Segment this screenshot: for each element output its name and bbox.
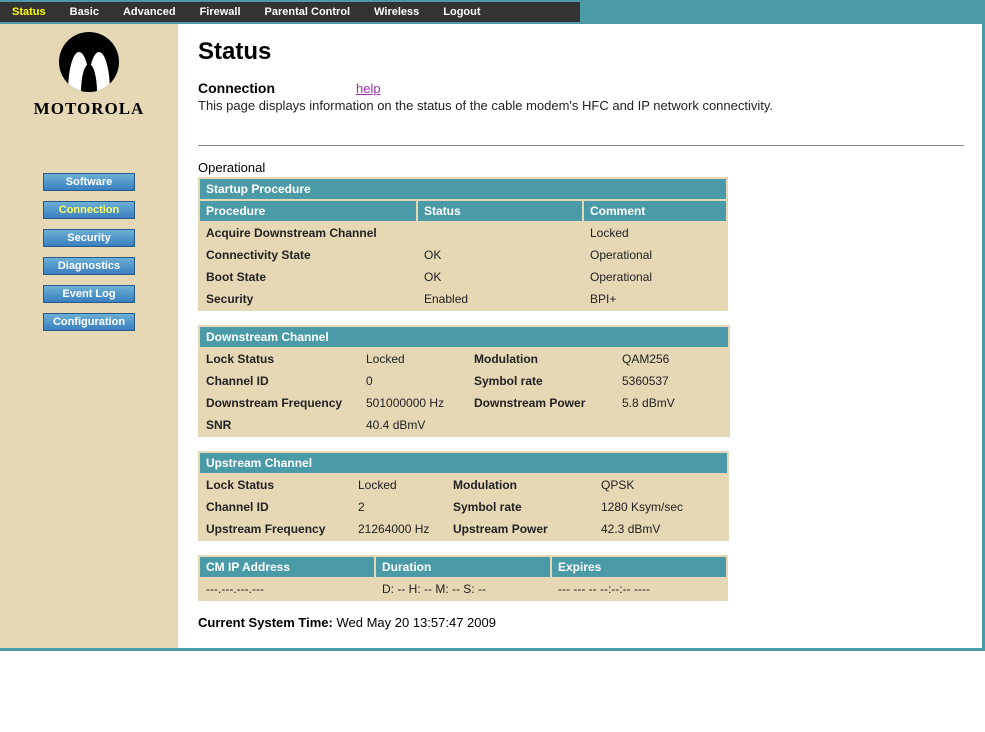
table-cell: QAM256 [616,349,728,369]
table-cell: Locked [584,223,726,243]
table-row: Boot StateOKOperational [200,267,726,287]
table-cell [468,415,614,435]
motorola-logo-icon [59,32,119,92]
table-row: Channel ID2Symbol rate1280 Ksym/sec [200,497,727,517]
table-cell: Downstream Frequency [200,393,358,413]
table-row: Acquire Downstream Channel Locked [200,223,726,243]
table-row: Downstream Frequency501000000 HzDownstre… [200,393,728,413]
table-cell: Modulation [468,349,614,369]
table-cell [418,223,582,243]
top-nav-advanced[interactable]: Advanced [111,4,188,20]
top-nav: StatusBasicAdvancedFirewallParental Cont… [0,2,580,22]
side-nav-configuration[interactable]: Configuration [43,313,135,331]
column-header: Comment [584,201,726,221]
help-link[interactable]: help [356,81,381,96]
table-row: Connectivity StateOKOperational [200,245,726,265]
page-title: Status [198,38,964,66]
table-cmip: CM IP AddressDurationExpires---.---.---.… [198,555,728,601]
content: Status Connection help This page display… [178,24,982,648]
table-startup: Startup ProcedureProcedureStatusCommentA… [198,177,728,311]
table-cell: 21264000 Hz [352,519,445,539]
table-title: Startup Procedure [200,179,726,199]
column-header: CM IP Address [200,557,374,577]
table-cell: D: -- H: -- M: -- S: -- [376,579,550,599]
table-upstream: Upstream ChannelLock StatusLockedModulat… [198,451,729,541]
side-nav-software[interactable]: Software [43,173,135,191]
table-cell: Channel ID [200,497,350,517]
table-cell [616,415,728,435]
system-time-label: Current System Time: [198,615,333,630]
table-cell: ---.---.---.--- [200,579,374,599]
table-cell: Boot State [200,267,416,287]
side-nav-diagnostics[interactable]: Diagnostics [43,257,135,275]
top-nav-status[interactable]: Status [0,4,58,20]
table-cell: 40.4 dBmV [360,415,466,435]
top-nav-basic[interactable]: Basic [58,4,111,20]
table-cell: 2 [352,497,445,517]
table-cell: 5360537 [616,371,728,391]
side-nav-connection[interactable]: Connection [43,201,135,219]
table-cell: Channel ID [200,371,358,391]
system-time-value: Wed May 20 13:57:47 2009 [336,615,496,630]
top-nav-wireless[interactable]: Wireless [362,4,431,20]
section-name: Connection [198,80,356,96]
table-row: SecurityEnabledBPI+ [200,289,726,309]
table-row: Upstream Frequency21264000 HzUpstream Po… [200,519,727,539]
table-cell: SNR [200,415,358,435]
table-cell: Operational [584,267,726,287]
side-nav: Software Connection Security Diagnostics Eve… [0,173,178,341]
side-nav-security[interactable]: Security [43,229,135,247]
table-cell: Operational [584,245,726,265]
table-cell: Enabled [418,289,582,309]
system-time: Current System Time: Wed May 20 13:57:47… [198,615,964,630]
table-cell: Modulation [447,475,593,495]
table-cell: OK [418,267,582,287]
top-nav-firewall[interactable]: Firewall [188,4,253,20]
table-cell: Locked [360,349,466,369]
table-cell: Upstream Power [447,519,593,539]
brand-name: MOTOROLA [0,99,178,119]
table-cell: Downstream Power [468,393,614,413]
table-cell: OK [418,245,582,265]
operational-state: Operational [198,160,964,175]
side-nav-event-log[interactable]: Event Log [43,285,135,303]
table-cell: Lock Status [200,475,350,495]
table-cell: Upstream Frequency [200,519,350,539]
table-row: Lock StatusLockedModulationQPSK [200,475,727,495]
table-cell: Symbol rate [468,371,614,391]
page-description: This page displays information on the st… [198,98,964,113]
table-row: Lock StatusLockedModulationQAM256 [200,349,728,369]
brand-logo: MOTOROLA [0,32,178,119]
table-cell: --- --- -- --:--:-- ---- [552,579,726,599]
table-cell: Acquire Downstream Channel [200,223,416,243]
table-cell: 501000000 Hz [360,393,466,413]
table-row: SNR40.4 dBmV [200,415,728,435]
top-nav-parental-control[interactable]: Parental Control [253,4,363,20]
table-cell: BPI+ [584,289,726,309]
table-cell: 0 [360,371,466,391]
table-downstream: Downstream ChannelLock StatusLockedModul… [198,325,730,437]
table-cell: Connectivity State [200,245,416,265]
sidebar: MOTOROLA Software Connection Security Diagn… [0,24,178,648]
table-title: Upstream Channel [200,453,727,473]
table-cell: Locked [352,475,445,495]
table-cell: QPSK [595,475,727,495]
table-cell: Lock Status [200,349,358,369]
column-header: Expires [552,557,726,577]
table-cell: Security [200,289,416,309]
table-cell: 42.3 dBmV [595,519,727,539]
column-header: Procedure [200,201,416,221]
top-nav-logout[interactable]: Logout [431,4,492,20]
column-header: Status [418,201,582,221]
table-cell: Symbol rate [447,497,593,517]
table-row: Channel ID0Symbol rate5360537 [200,371,728,391]
column-header: Duration [376,557,550,577]
table-title: Downstream Channel [200,327,728,347]
table-row: ---.---.---.---D: -- H: -- M: -- S: ----… [200,579,726,599]
divider [198,145,964,146]
table-cell: 5.8 dBmV [616,393,728,413]
table-cell: 1280 Ksym/sec [595,497,727,517]
